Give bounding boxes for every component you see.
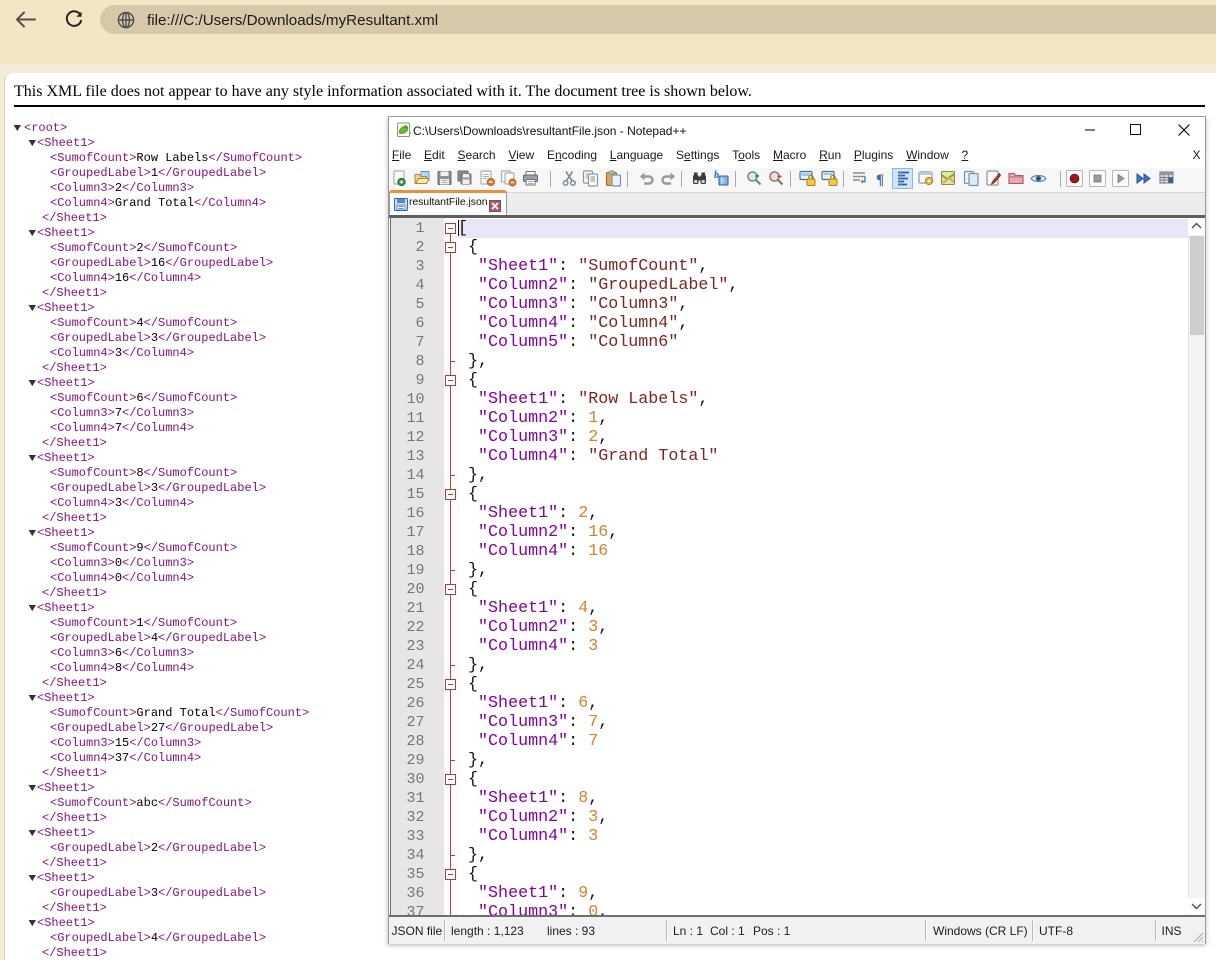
svg-text:b: b bbox=[720, 177, 724, 186]
svg-text:¶: ¶ bbox=[876, 172, 884, 187]
svg-text:b: b bbox=[714, 170, 719, 181]
